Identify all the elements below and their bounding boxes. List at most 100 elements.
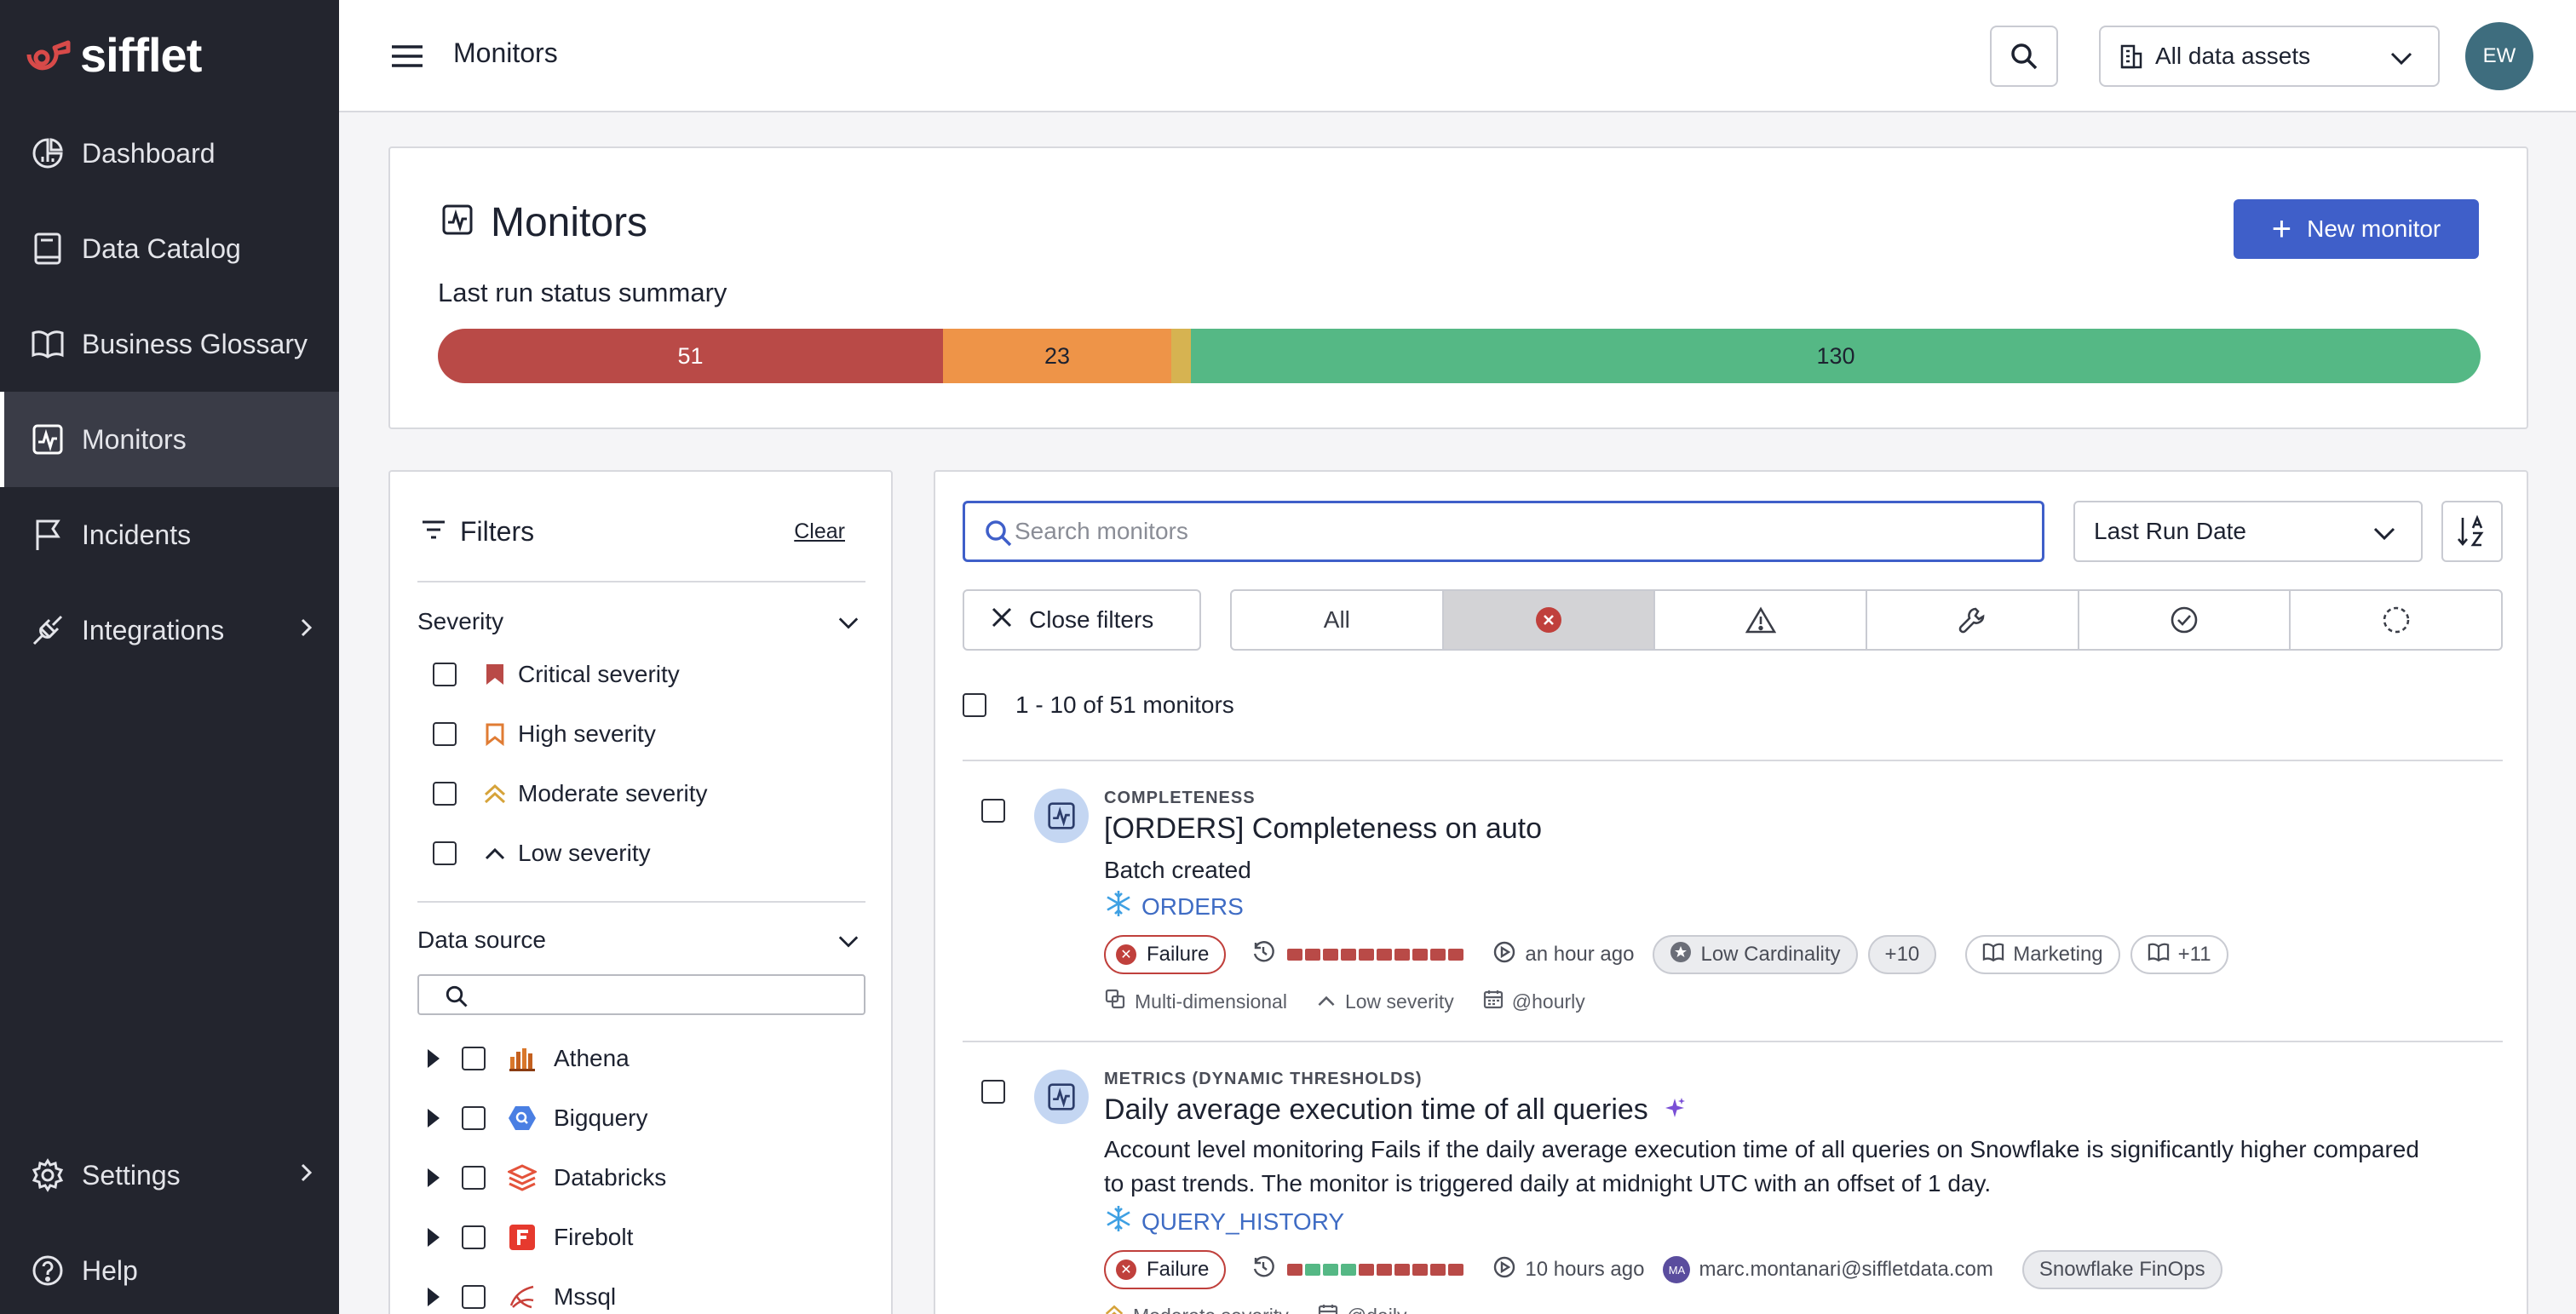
expand-caret-icon[interactable] [428,1168,440,1187]
more-domains-chip[interactable]: +11 [2130,935,2228,974]
tag-chip[interactable]: Low Cardinality [1653,935,1858,974]
status-segment-success[interactable]: 130 [1191,329,2481,383]
data-source-option-firebolt[interactable]: Firebolt [428,1223,633,1252]
firebolt-logo-icon [508,1223,537,1252]
clear-filters-link[interactable]: Clear [794,519,845,544]
filters-title: Filters [460,516,535,547]
checkbox[interactable] [462,1106,486,1130]
monitor-row[interactable]: COMPLETENESS [ORDERS] Completeness on au… [963,761,2503,1041]
status-badge-failure[interactable]: ✕ Failure [1104,1250,1227,1289]
sidebar-item-help[interactable]: Help [0,1223,339,1314]
sidebar-item-dashboard[interactable]: Dashboard [0,106,339,201]
monitor-asset-link[interactable]: QUERY_HISTORY [1104,1204,1344,1239]
checkbox[interactable] [462,1166,486,1190]
checkbox[interactable] [433,782,457,806]
help-icon [29,1252,66,1289]
monitor-row[interactable]: METRICS (DYNAMIC THRESHOLDS) Daily avera… [963,1042,2503,1314]
close-filters-button[interactable]: Close filters [963,589,1201,651]
checkbox[interactable] [462,1225,486,1249]
data-assets-select[interactable]: All data assets [2099,26,2440,87]
new-monitor-button[interactable]: + New monitor [2234,199,2479,259]
checkbox[interactable] [433,663,457,686]
calendar-icon [1318,1303,1338,1314]
monitor-asset-link[interactable]: ORDERS [1104,889,1244,924]
select-all-checkbox[interactable] [963,693,986,717]
close-filters-label: Close filters [1029,606,1154,633]
checkbox[interactable] [462,1047,486,1070]
monitor-severity: Moderate severity [1104,1304,1289,1314]
bigquery-logo-icon [508,1104,537,1133]
chevron-right-icon [298,615,315,647]
monitor-pulse-icon [29,421,66,458]
search-placeholder: Search monitors [1015,518,1188,544]
expand-caret-icon[interactable] [428,1228,440,1247]
data-source-option-databricks[interactable]: Databricks [428,1163,666,1192]
sidebar-item-incidents[interactable]: Incidents [0,487,339,582]
user-avatar[interactable]: EW [2465,22,2533,90]
building-icon [2120,44,2142,69]
severity-option-high[interactable]: High severity [433,720,656,748]
chevron-down-icon [837,930,860,958]
sidebar: sifflet Dashboard Data Catalog Business … [0,0,339,1314]
monitor-severity-text: Low severity [1344,990,1454,1013]
tab-pending[interactable] [2291,591,2501,649]
sifflet-logo[interactable]: sifflet [24,28,202,82]
monitor-owner[interactable]: MA marc.montanari@siffletdata.com [1663,1256,1993,1283]
data-source-search-input[interactable] [417,974,865,1015]
status-badge-failure[interactable]: ✕ Failure [1104,935,1227,974]
last-run: an hour ago [1492,940,1634,970]
run-history[interactable] [1251,940,1464,970]
checkbox[interactable] [433,722,457,746]
monitor-title[interactable]: [ORDERS] Completeness on auto [1104,812,1542,846]
data-source-section-title: Data source [417,927,546,953]
data-source-section-header[interactable]: Data source [417,927,865,954]
monitor-checkbox[interactable] [981,1080,1005,1104]
monitor-checkbox[interactable] [981,799,1005,823]
sidebar-item-integrations[interactable]: Integrations [0,582,339,678]
checkbox[interactable] [462,1285,486,1309]
severity-option-label: Moderate severity [518,780,708,806]
status-segment-moderate[interactable] [1171,329,1191,383]
tab-success[interactable] [2079,591,2291,649]
global-search-button[interactable] [1990,26,2058,87]
data-source-option-mssql[interactable]: Mssql [428,1282,616,1311]
more-tags-chip[interactable]: +10 [1867,935,1937,974]
data-source-option-bigquery[interactable]: Bigquery [428,1104,648,1133]
sidebar-item-settings[interactable]: Settings [0,1128,339,1223]
run-history[interactable] [1251,1255,1464,1285]
severity-section-header[interactable]: Severity [417,608,865,635]
tag-chip[interactable]: Snowflake FinOps [2021,1250,2222,1289]
data-assets-value: All data assets [2155,43,2311,69]
severity-option-critical[interactable]: Critical severity [433,661,680,688]
sidebar-item-data-catalog[interactable]: Data Catalog [0,201,339,296]
tab-technical-error[interactable] [1867,591,2079,649]
checkbox[interactable] [433,841,457,865]
sidebar-item-monitors[interactable]: Monitors [0,392,339,487]
expand-caret-icon[interactable] [428,1049,440,1068]
expand-caret-icon[interactable] [428,1109,440,1128]
status-summary-bar: 51 23 130 [438,329,2481,383]
monitor-count: 1 - 10 of 51 monitors [1015,691,1234,718]
monitor-title[interactable]: Daily average execution time of all quer… [1104,1093,1686,1127]
severity-option-low[interactable]: Low severity [433,840,651,867]
sort-direction-button[interactable] [2441,501,2503,562]
severity-option-moderate[interactable]: Moderate severity [433,780,708,807]
filters-panel: Filters Clear Severity Critical severity… [388,470,893,1314]
tab-all[interactable]: All [1232,591,1444,649]
domain-chip[interactable]: Marketing [1965,935,2120,974]
last-run: 10 hours ago [1492,1255,1644,1285]
expand-caret-icon[interactable] [428,1288,440,1306]
tab-failure[interactable] [1443,591,1656,649]
monitor-pulse-icon [441,199,474,246]
data-source-option-athena[interactable]: Athena [428,1044,630,1073]
sidebar-item-business-glossary[interactable]: Business Glossary [0,296,339,392]
run-history-bars [1287,1264,1464,1276]
status-segment-warning[interactable]: 23 [943,329,1171,383]
search-monitors-input[interactable]: Search monitors [963,501,2044,562]
owner-email: marc.montanari@siffletdata.com [1699,1258,1993,1281]
status-label: Failure [1147,943,1210,966]
sort-by-select[interactable]: Last Run Date [2073,501,2423,562]
tab-warning[interactable] [1655,591,1868,649]
hamburger-menu-icon[interactable] [390,39,424,73]
status-segment-failure[interactable]: 51 [438,329,943,383]
